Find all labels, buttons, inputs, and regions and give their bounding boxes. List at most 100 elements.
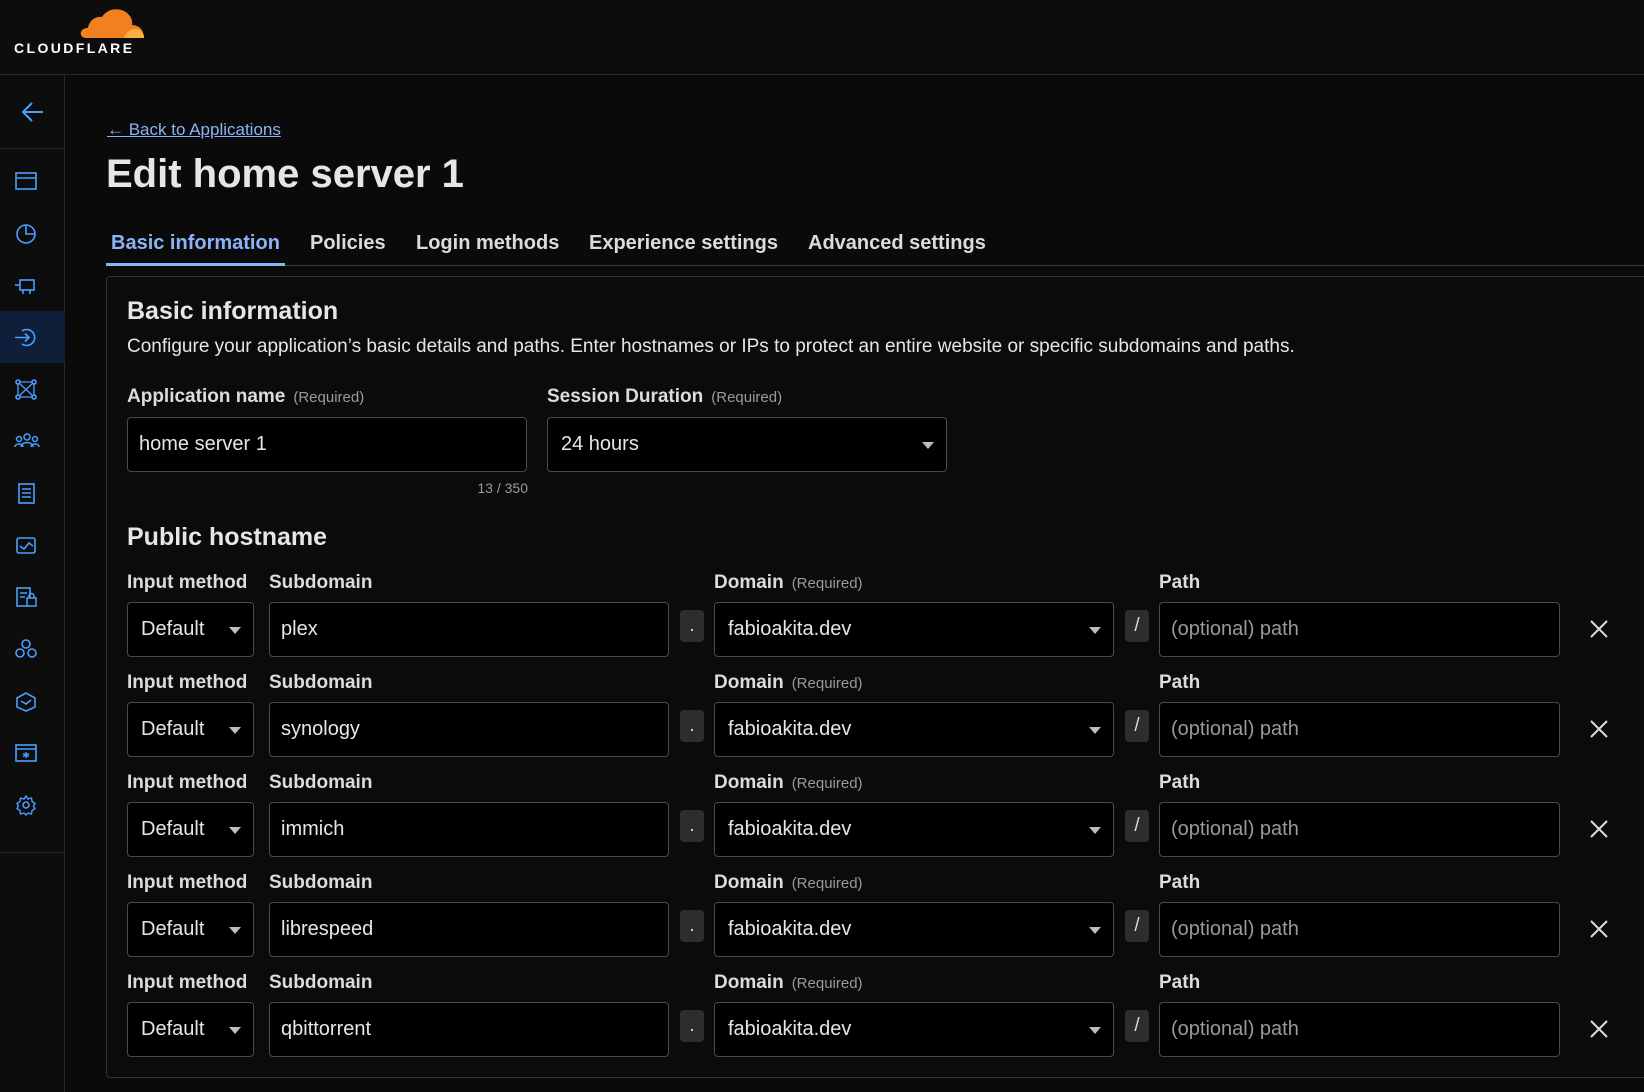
remove-hostname-button[interactable] — [1587, 817, 1611, 841]
path-input[interactable]: (optional) path — [1159, 702, 1560, 757]
path-label: Path — [1159, 672, 1201, 693]
remove-hostname-button[interactable] — [1587, 917, 1611, 941]
tab-policies[interactable]: Policies — [310, 232, 386, 255]
chevron-down-icon — [1089, 1027, 1101, 1034]
sidebar-item-dex[interactable] — [0, 519, 65, 571]
subdomain-input[interactable]: plex — [269, 602, 669, 657]
remove-hostname-button[interactable] — [1587, 717, 1611, 741]
dex-icon — [16, 537, 36, 554]
subdomain-input[interactable]: qbittorrent — [269, 1002, 669, 1057]
required-hint: (Required) — [711, 389, 783, 406]
sidebar-item-overview[interactable] — [0, 155, 65, 207]
tab-basic-information[interactable]: Basic information — [111, 232, 280, 255]
path-placeholder: (optional) path — [1171, 918, 1299, 940]
remove-hostname-button[interactable] — [1587, 617, 1611, 641]
sidebar-item-browser-isolation[interactable] — [0, 727, 65, 779]
input-method-select[interactable]: Default — [127, 1002, 254, 1057]
tab-experience-settings[interactable]: Experience settings — [589, 232, 778, 255]
sidebar-item-analytics[interactable] — [0, 207, 65, 259]
input-method-label: Input method — [127, 672, 248, 693]
chevron-down-icon — [229, 927, 241, 934]
input-method-label: Input method — [127, 772, 248, 793]
domain-select[interactable]: fabioakita.dev — [714, 702, 1114, 757]
application-name-value: home server 1 — [139, 433, 267, 455]
domain-value: fabioakita.dev — [728, 718, 852, 740]
sidebar-item-team[interactable] — [0, 415, 65, 467]
path-label: Path — [1159, 572, 1201, 593]
subdomain-label: Subdomain — [269, 572, 373, 593]
input-method-label: Input method — [127, 572, 248, 593]
domain-select[interactable]: fabioakita.dev — [714, 802, 1114, 857]
close-icon — [1590, 720, 1608, 738]
path-input[interactable]: (optional) path — [1159, 1002, 1560, 1057]
sidebar-item-integrations[interactable] — [0, 623, 65, 675]
required-hint: (Required) — [791, 575, 863, 592]
session-duration-label: Session Duration (Required) — [547, 386, 782, 408]
dot-separator: . — [680, 1010, 704, 1042]
required-hint: (Required) — [791, 875, 863, 892]
chevron-down-icon — [1089, 827, 1101, 834]
subdomain-input[interactable]: librespeed — [269, 902, 669, 957]
remove-hostname-button[interactable] — [1587, 1017, 1611, 1041]
input-method-select[interactable]: Default — [127, 802, 254, 857]
close-icon — [1590, 1020, 1608, 1038]
slash-separator: / — [1125, 810, 1149, 842]
sidebar-item-email-security[interactable] — [0, 571, 65, 623]
sidebar-item-networks[interactable] — [0, 363, 65, 415]
subdomain-input[interactable]: immich — [269, 802, 669, 857]
input-method-select[interactable]: Default — [127, 702, 254, 757]
path-input[interactable]: (optional) path — [1159, 802, 1560, 857]
chevron-down-icon — [229, 1027, 241, 1034]
tab-bar: Basic information Policies Login methods… — [106, 222, 1644, 266]
network-icon — [15, 379, 37, 400]
session-duration-select[interactable]: 24 hours — [547, 417, 947, 472]
integrations-icon — [15, 639, 37, 658]
settings-gear-icon — [16, 794, 36, 816]
sidebar — [0, 75, 65, 1092]
sidebar-back-button[interactable] — [0, 75, 65, 149]
domain-select[interactable]: fabioakita.dev — [714, 1002, 1114, 1057]
domain-value: fabioakita.dev — [728, 918, 852, 940]
sidebar-item-gateway[interactable] — [0, 259, 65, 311]
slash-separator: / — [1125, 1010, 1149, 1042]
required-hint: (Required) — [791, 775, 863, 792]
users-icon — [14, 433, 40, 448]
close-icon — [1590, 920, 1608, 938]
close-icon — [1590, 820, 1608, 838]
sidebar-item-logs[interactable] — [0, 467, 65, 519]
input-method-label: Input method — [127, 872, 248, 893]
input-method-select[interactable]: Default — [127, 902, 254, 957]
back-to-applications-link[interactable]: ← Back to Applications — [107, 120, 281, 140]
domain-select[interactable]: fabioakita.dev — [714, 902, 1114, 957]
path-placeholder: (optional) path — [1171, 818, 1299, 840]
path-input[interactable]: (optional) path — [1159, 902, 1560, 957]
domain-select[interactable]: fabioakita.dev — [714, 602, 1114, 657]
input-method-value: Default — [141, 718, 205, 740]
slash-separator: / — [1125, 710, 1149, 742]
chevron-down-icon — [922, 442, 934, 449]
arrow-left-icon — [21, 101, 43, 122]
sidebar-item-settings[interactable] — [0, 779, 65, 831]
sidebar-item-access[interactable] — [0, 311, 65, 363]
tab-advanced-settings[interactable]: Advanced settings — [808, 232, 986, 255]
tab-login-methods[interactable]: Login methods — [416, 232, 559, 255]
chevron-down-icon — [229, 627, 241, 634]
sidebar-item-casb[interactable] — [0, 675, 65, 727]
domain-label: Domain (Required) — [714, 572, 863, 594]
active-tab-indicator — [106, 263, 285, 266]
subdomain-input[interactable]: synology — [269, 702, 669, 757]
slash-separator: / — [1125, 610, 1149, 642]
access-icon — [15, 328, 36, 347]
cloudflare-logo[interactable]: CLOUDFLARE — [14, 6, 150, 58]
input-method-value: Default — [141, 818, 205, 840]
application-name-input[interactable]: home server 1 — [127, 417, 527, 472]
path-label: Path — [1159, 972, 1201, 993]
path-input[interactable]: (optional) path — [1159, 602, 1560, 657]
character-counter: 13 / 350 — [477, 480, 528, 496]
dot-separator: . — [680, 810, 704, 842]
page-title: Edit home server 1 — [106, 152, 464, 196]
domain-value: fabioakita.dev — [728, 818, 852, 840]
required-hint: (Required) — [791, 975, 863, 992]
input-method-select[interactable]: Default — [127, 602, 254, 657]
chevron-down-icon — [1089, 927, 1101, 934]
